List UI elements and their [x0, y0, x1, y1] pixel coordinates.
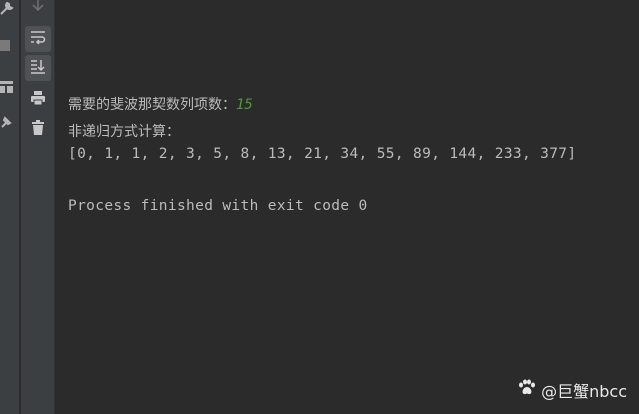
scroll-to-end-icon	[30, 58, 46, 78]
watermark-text: @巨蟹nbcc	[541, 382, 627, 401]
trash-icon	[31, 120, 45, 140]
exit-message: Process finished with exit code 0	[68, 198, 368, 214]
clear-button[interactable]	[25, 117, 51, 143]
console-output[interactable]: 需要的斐波那契数列项数：15 非递归方式计算： [0, 1, 1, 2, 3, …	[55, 0, 639, 414]
left-tool-strip	[0, 0, 19, 414]
arrow-down-button[interactable]	[25, 0, 51, 20]
arrow-down-icon	[31, 0, 45, 17]
pin-icon[interactable]	[0, 114, 13, 133]
prompt-line: 需要的斐波那契数列项数：15	[68, 94, 253, 114]
method-label: 非递归方式计算：	[68, 124, 180, 140]
layout-icon[interactable]	[0, 78, 13, 97]
print-button[interactable]	[25, 87, 51, 113]
soft-wrap-icon	[30, 29, 46, 49]
soft-wrap-button[interactable]	[25, 26, 51, 52]
console-toolbar	[21, 0, 54, 414]
prompt-label: 需要的斐波那契数列项数：	[68, 97, 236, 113]
prompt-value: 15	[236, 97, 253, 113]
scroll-to-end-button[interactable]	[25, 55, 51, 81]
paw-icon	[517, 379, 537, 401]
stop-icon[interactable]	[0, 40, 10, 51]
print-icon	[30, 90, 46, 110]
wrench-icon[interactable]	[0, 0, 14, 19]
watermark: @巨蟹nbcc	[517, 378, 627, 402]
result-line: [0, 1, 1, 2, 3, 5, 8, 13, 21, 34, 55, 89…	[68, 146, 577, 162]
